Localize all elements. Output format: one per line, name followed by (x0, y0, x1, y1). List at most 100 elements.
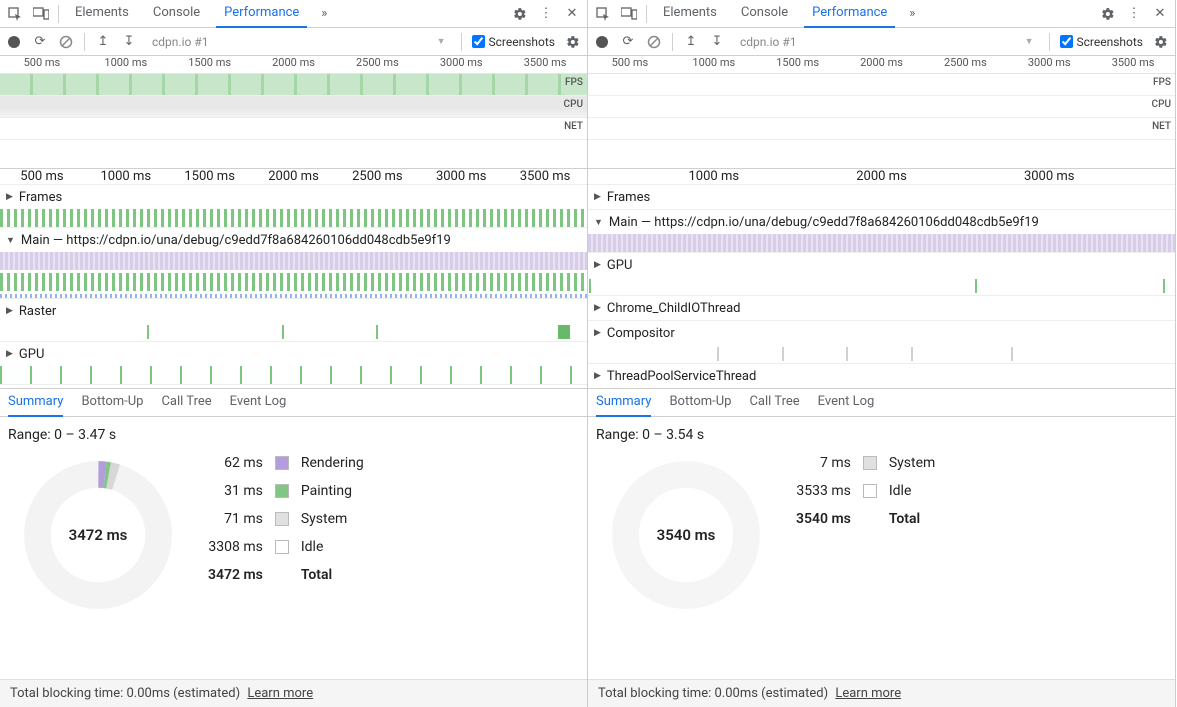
kebab-menu-icon[interactable]: ⋮ (1125, 5, 1143, 23)
overview-ticks: 500 ms1000 ms1500 ms2000 ms2500 ms3000 m… (588, 56, 1175, 74)
capture-settings-icon[interactable] (565, 34, 581, 50)
clear-icon[interactable] (646, 34, 662, 50)
learn-more-link[interactable]: Learn more (247, 686, 313, 701)
expand-icon[interactable]: ▶ (594, 260, 601, 270)
inspect-element-icon[interactable] (594, 5, 612, 23)
thread-compositor[interactable]: ▶Compositor (588, 321, 1175, 364)
tab-elements[interactable]: Elements (655, 0, 725, 28)
close-icon[interactable]: ✕ (1151, 5, 1169, 23)
expand-icon[interactable]: ▶ (594, 328, 601, 338)
overview-net-row: NET (588, 118, 1175, 140)
expand-icon[interactable]: ▶ (594, 303, 601, 313)
upload-profile-icon[interactable]: ↥ (95, 34, 111, 50)
inspect-element-icon[interactable] (6, 5, 24, 23)
device-toolbar-icon[interactable] (32, 5, 50, 23)
capture-settings-icon[interactable] (1153, 34, 1169, 50)
tab-summary[interactable]: Summary (596, 389, 651, 417)
overview-screenshots-row (0, 140, 587, 168)
timeline-ticks: 1000 ms2000 ms3000 ms (588, 169, 1175, 185)
record-icon[interactable] (594, 34, 610, 50)
expand-icon[interactable]: ▶ (6, 306, 13, 316)
screenshots-checkbox[interactable]: Screenshots (1060, 35, 1143, 49)
expand-icon[interactable]: ▶ (594, 371, 601, 381)
summary-footer: Total blocking time: 0.00ms (estimated) … (0, 679, 587, 707)
thread-gpu[interactable]: ▶GPU (588, 253, 1175, 296)
expand-icon[interactable]: ▶ (6, 349, 13, 359)
reload-record-icon[interactable]: ⟳ (620, 34, 636, 50)
thread-gpu[interactable]: ▶GPU (0, 342, 587, 385)
tab-console[interactable]: Console (733, 0, 796, 28)
tab-console[interactable]: Console (145, 0, 208, 28)
tab-performance[interactable]: Performance (216, 0, 307, 28)
overview-fps-row: FPS (0, 74, 587, 96)
download-profile-icon[interactable]: ↧ (709, 34, 725, 50)
learn-more-link[interactable]: Learn more (835, 686, 901, 701)
recording-dropdown[interactable]: cdpn.io #1▼ (147, 34, 451, 50)
overview-net-row: NET (0, 118, 587, 140)
tab-elements[interactable]: Elements (67, 0, 137, 28)
more-tabs-icon[interactable]: » (315, 5, 333, 23)
details-tabbar: Summary Bottom-Up Call Tree Event Log (0, 389, 587, 417)
screenshots-checkbox[interactable]: Screenshots (472, 35, 555, 49)
main-tabbar: Elements Console Performance » ⋮ ✕ (588, 0, 1175, 28)
thread-childio[interactable]: ▶Chrome_ChildIOThread (588, 296, 1175, 321)
thread-frames[interactable]: ▶Frames (588, 185, 1175, 210)
tab-bottom-up[interactable]: Bottom-Up (669, 389, 731, 417)
more-tabs-icon[interactable]: » (903, 5, 921, 23)
summary-donut: 3472 ms (18, 455, 178, 615)
kebab-menu-icon[interactable]: ⋮ (537, 5, 555, 23)
tab-event-log[interactable]: Event Log (230, 389, 287, 417)
upload-profile-icon[interactable]: ↥ (683, 34, 699, 50)
devtools-panel-left: Elements Console Performance » ⋮ ✕ ⟳ ↥ ↧… (0, 0, 588, 707)
flame-chart[interactable]: 1000 ms2000 ms3000 ms ▶Frames ▼Main — ht… (588, 169, 1175, 389)
summary-range: Range: 0 – 3.54 s (596, 427, 1167, 443)
summary-donut: 3540 ms (606, 455, 766, 615)
overview-timeline[interactable]: 500 ms1000 ms1500 ms2000 ms2500 ms3000 m… (588, 56, 1175, 169)
settings-icon[interactable] (1099, 5, 1117, 23)
settings-icon[interactable] (511, 5, 529, 23)
summary-pane: Range: 0 – 3.54 s 3540 ms 7 msSystem 353… (588, 417, 1175, 679)
download-profile-icon[interactable]: ↧ (121, 34, 137, 50)
donut-total: 3472 ms (18, 455, 178, 615)
summary-legend: 62 msRendering 31 msPainting 71 msSystem… (208, 455, 364, 583)
tab-bottom-up[interactable]: Bottom-Up (81, 389, 143, 417)
expand-icon[interactable]: ▼ (6, 235, 15, 246)
thread-raster[interactable]: ▶Raster (0, 299, 587, 342)
performance-toolbar: ⟳ ↥ ↧ cdpn.io #1▼ Screenshots (0, 28, 587, 56)
thread-main[interactable]: ▼Main — https://cdpn.io/una/debug/c9edd7… (0, 228, 587, 299)
expand-icon[interactable]: ▶ (6, 192, 13, 202)
clear-icon[interactable] (58, 34, 74, 50)
thread-main[interactable]: ▼Main — https://cdpn.io/una/debug/c9edd7… (588, 210, 1175, 253)
performance-toolbar: ⟳ ↥ ↧ cdpn.io #1▼ Screenshots (588, 28, 1175, 56)
summary-footer: Total blocking time: 0.00ms (estimated) … (588, 679, 1175, 707)
record-icon[interactable] (6, 34, 22, 50)
devtools-panel-right: Elements Console Performance » ⋮ ✕ ⟳ ↥ ↧… (588, 0, 1176, 707)
overview-screenshots-row (588, 140, 1175, 168)
flame-chart[interactable]: 500 ms1000 ms1500 ms2000 ms2500 ms3000 m… (0, 169, 587, 389)
overview-fps-row: FPS (588, 74, 1175, 96)
tab-summary[interactable]: Summary (8, 389, 63, 417)
thread-threadpool[interactable]: ▶ThreadPoolServiceThread (588, 364, 1175, 389)
screenshots-checkbox-input[interactable] (1060, 35, 1073, 48)
timeline-ticks: 500 ms1000 ms1500 ms2000 ms2500 ms3000 m… (0, 169, 587, 185)
reload-record-icon[interactable]: ⟳ (32, 34, 48, 50)
expand-icon[interactable]: ▶ (594, 192, 601, 202)
overview-cpu-row: CPU (588, 96, 1175, 118)
donut-total: 3540 ms (606, 455, 766, 615)
thread-frames[interactable]: ▶Frames (0, 185, 587, 228)
summary-pane: Range: 0 – 3.47 s 3472 ms 62 msRendering… (0, 417, 587, 679)
screenshots-checkbox-input[interactable] (472, 35, 485, 48)
tab-performance[interactable]: Performance (804, 0, 895, 28)
tab-call-tree[interactable]: Call Tree (749, 389, 799, 417)
tab-call-tree[interactable]: Call Tree (161, 389, 211, 417)
main-tabbar: Elements Console Performance » ⋮ ✕ (0, 0, 587, 28)
overview-ticks: 500 ms1000 ms1500 ms2000 ms2500 ms3000 m… (0, 56, 587, 74)
close-icon[interactable]: ✕ (563, 5, 581, 23)
overview-timeline[interactable]: 500 ms1000 ms1500 ms2000 ms2500 ms3000 m… (0, 56, 587, 169)
recording-dropdown[interactable]: cdpn.io #1▼ (735, 34, 1039, 50)
summary-legend: 7 msSystem 3533 msIdle 3540 msTotal (796, 455, 935, 527)
device-toolbar-icon[interactable] (620, 5, 638, 23)
tab-event-log[interactable]: Event Log (818, 389, 875, 417)
summary-range: Range: 0 – 3.47 s (8, 427, 579, 443)
expand-icon[interactable]: ▼ (594, 217, 603, 228)
